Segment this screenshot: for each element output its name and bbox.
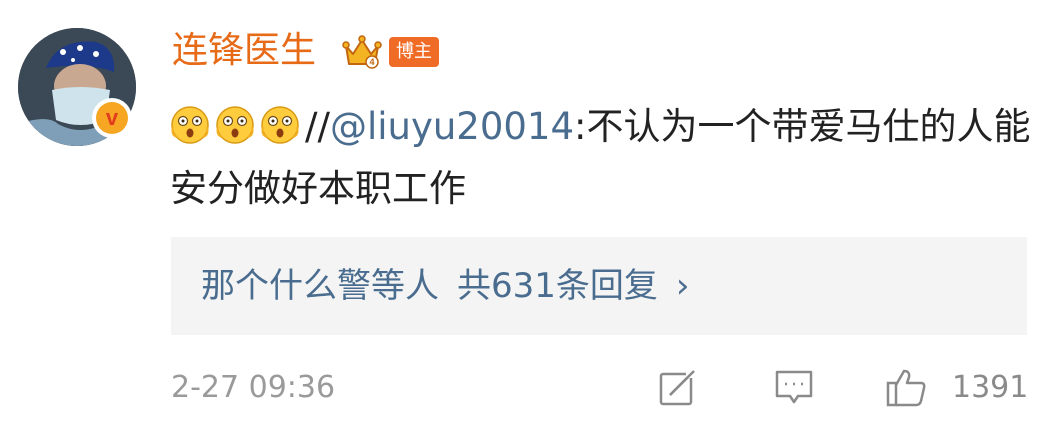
shocked-emoji-icon	[261, 106, 299, 144]
replies-names[interactable]: 那个什么警等人	[201, 266, 439, 306]
forward-separator: //	[305, 105, 330, 148]
shocked-emoji-icon	[216, 106, 254, 144]
thumbs-up-icon[interactable]	[884, 365, 928, 409]
username[interactable]: 连锋医生	[172, 29, 316, 73]
like-count: 1391	[952, 370, 1029, 405]
timestamp: 2-27 09:36	[171, 370, 336, 405]
replies-count[interactable]: 共631条回复	[457, 266, 658, 306]
user-mention-link[interactable]: @liuyu20014	[330, 105, 574, 148]
shocked-emoji-icon	[171, 106, 209, 144]
verified-badge-icon: v	[92, 98, 132, 138]
comment-icon[interactable]	[772, 365, 816, 409]
host-tag: 博主	[389, 37, 439, 67]
svg-text:4: 4	[369, 57, 374, 67]
chevron-right-icon[interactable]: ›	[676, 266, 690, 306]
crown-icon: 4	[342, 35, 382, 69]
comment-body: //@liuyu20014:不认为一个带爱马仕的人能安分做好本职工作	[170, 96, 1040, 220]
replies-preview[interactable]: 那个什么警等人 共631条回复 ›	[171, 237, 1027, 335]
share-icon[interactable]	[656, 365, 700, 409]
